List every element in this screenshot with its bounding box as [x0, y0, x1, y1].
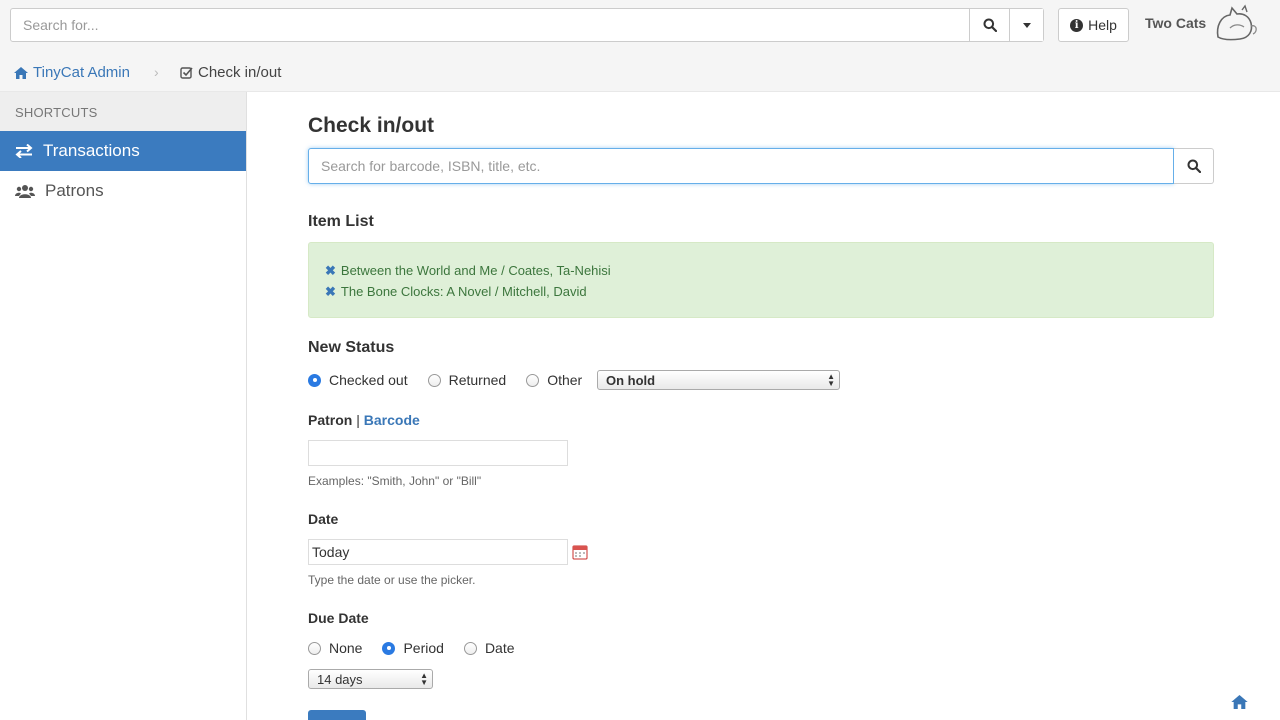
account-name[interactable]: Two Cats	[1145, 15, 1206, 31]
date-help-text: Type the date or use the picker.	[308, 573, 476, 587]
breadcrumb-current-label: Check in/out	[198, 64, 282, 81]
cat-logo-icon[interactable]	[1212, 4, 1260, 44]
search-options-dropdown[interactable]	[1009, 9, 1043, 41]
radio-label: Returned	[448, 372, 507, 388]
radio-checked[interactable]	[382, 641, 396, 655]
remove-icon[interactable]: ✖	[325, 284, 336, 300]
list-item: ✖ The Bone Clocks: A Novel / Mitchell, D…	[325, 281, 1213, 302]
breadcrumb-current: Check in/out	[180, 64, 281, 81]
breadcrumb-home-label: TinyCat Admin	[33, 64, 130, 81]
patron-help-text: Examples: "Smith, John" or "Bill"	[308, 474, 482, 488]
calendar-icon[interactable]	[572, 544, 588, 560]
remove-icon[interactable]: ✖	[325, 263, 336, 279]
radio-checked[interactable]	[308, 373, 321, 387]
item-search-button[interactable]	[1174, 148, 1214, 184]
home-icon	[14, 66, 28, 79]
sidebar-item-transactions[interactable]: Transactions	[0, 131, 246, 171]
global-search-button[interactable]	[969, 9, 1009, 41]
radio-unchecked[interactable]	[463, 641, 477, 655]
status-returned[interactable]: Returned	[427, 372, 507, 388]
radio-label: Period	[403, 640, 444, 656]
item-search	[308, 148, 1214, 184]
other-status-select[interactable]: On hold ▲ ▼	[597, 370, 840, 390]
caret-down-icon	[1022, 22, 1031, 28]
due-date[interactable]: Date	[463, 640, 515, 656]
radio-unchecked[interactable]	[526, 373, 540, 387]
info-icon: i	[1070, 18, 1084, 32]
radio-label: Other	[547, 372, 583, 388]
radio-label: None	[329, 640, 363, 656]
item-list-heading: Item List	[308, 213, 374, 230]
users-icon	[15, 185, 35, 198]
top-bar: i Help Two Cats	[0, 0, 1280, 50]
status-radio-group: Checked out Returned Other	[308, 372, 592, 388]
due-period[interactable]: Period	[382, 640, 444, 656]
sidebar-heading: SHORTCUTS	[0, 92, 246, 131]
period-select[interactable]: 14 days ▲ ▼	[308, 669, 433, 689]
search-icon	[983, 18, 997, 32]
breadcrumb-home[interactable]: TinyCat Admin	[14, 64, 130, 81]
sidebar-item-label: Patrons	[45, 181, 104, 200]
select-value: On hold	[606, 373, 656, 388]
item-title: The Bone Clocks: A Novel / Mitchell, Dav…	[340, 284, 587, 299]
global-search-input[interactable]	[11, 9, 969, 41]
due-date-radio-group: None Period Date	[308, 640, 535, 656]
patron-label-row: Patron | Barcode	[308, 412, 420, 428]
list-item: ✖ Between the World and Me / Coates, Ta-…	[325, 260, 1213, 281]
radio-label: Date	[484, 640, 515, 656]
exchange-icon	[15, 144, 33, 158]
patron-label: Patron	[308, 412, 353, 428]
select-arrows-icon: ▲ ▼	[420, 671, 428, 687]
radio-unchecked[interactable]	[427, 373, 441, 387]
breadcrumb: TinyCat Admin › Check in/out	[0, 50, 1280, 92]
status-other[interactable]: Other	[526, 372, 582, 388]
item-list: ✖ Between the World and Me / Coates, Ta-…	[308, 242, 1214, 318]
help-label: Help	[1088, 17, 1117, 33]
radio-label: Checked out	[329, 372, 408, 388]
select-value: 14 days	[317, 672, 363, 687]
sidebar: SHORTCUTS Transactions Patrons	[0, 92, 247, 720]
search-icon	[1187, 159, 1201, 173]
barcode-link[interactable]: Barcode	[364, 412, 420, 428]
date-input[interactable]	[308, 539, 568, 565]
select-arrows-icon: ▲ ▼	[827, 372, 835, 388]
due-none[interactable]: None	[308, 640, 362, 656]
due-date-label: Due Date	[308, 610, 369, 626]
check-square-icon	[180, 67, 193, 79]
submit-button[interactable]	[308, 710, 366, 720]
status-checked-out[interactable]: Checked out	[308, 372, 408, 388]
item-search-input[interactable]	[308, 148, 1174, 184]
page-title: Check in/out	[308, 114, 435, 137]
date-label: Date	[308, 511, 339, 527]
patron-input[interactable]	[308, 440, 568, 466]
chevron-right-icon: ›	[154, 64, 159, 80]
radio-unchecked[interactable]	[308, 641, 321, 655]
item-title: Between the World and Me / Coates, Ta-Ne…	[340, 263, 611, 278]
sidebar-item-patrons[interactable]: Patrons	[0, 171, 246, 211]
home-icon[interactable]	[1231, 695, 1248, 709]
separator: |	[356, 412, 360, 428]
new-status-heading: New Status	[308, 339, 395, 356]
sidebar-item-label: Transactions	[43, 141, 140, 160]
global-search	[10, 8, 1044, 42]
help-button[interactable]: i Help	[1058, 8, 1129, 42]
